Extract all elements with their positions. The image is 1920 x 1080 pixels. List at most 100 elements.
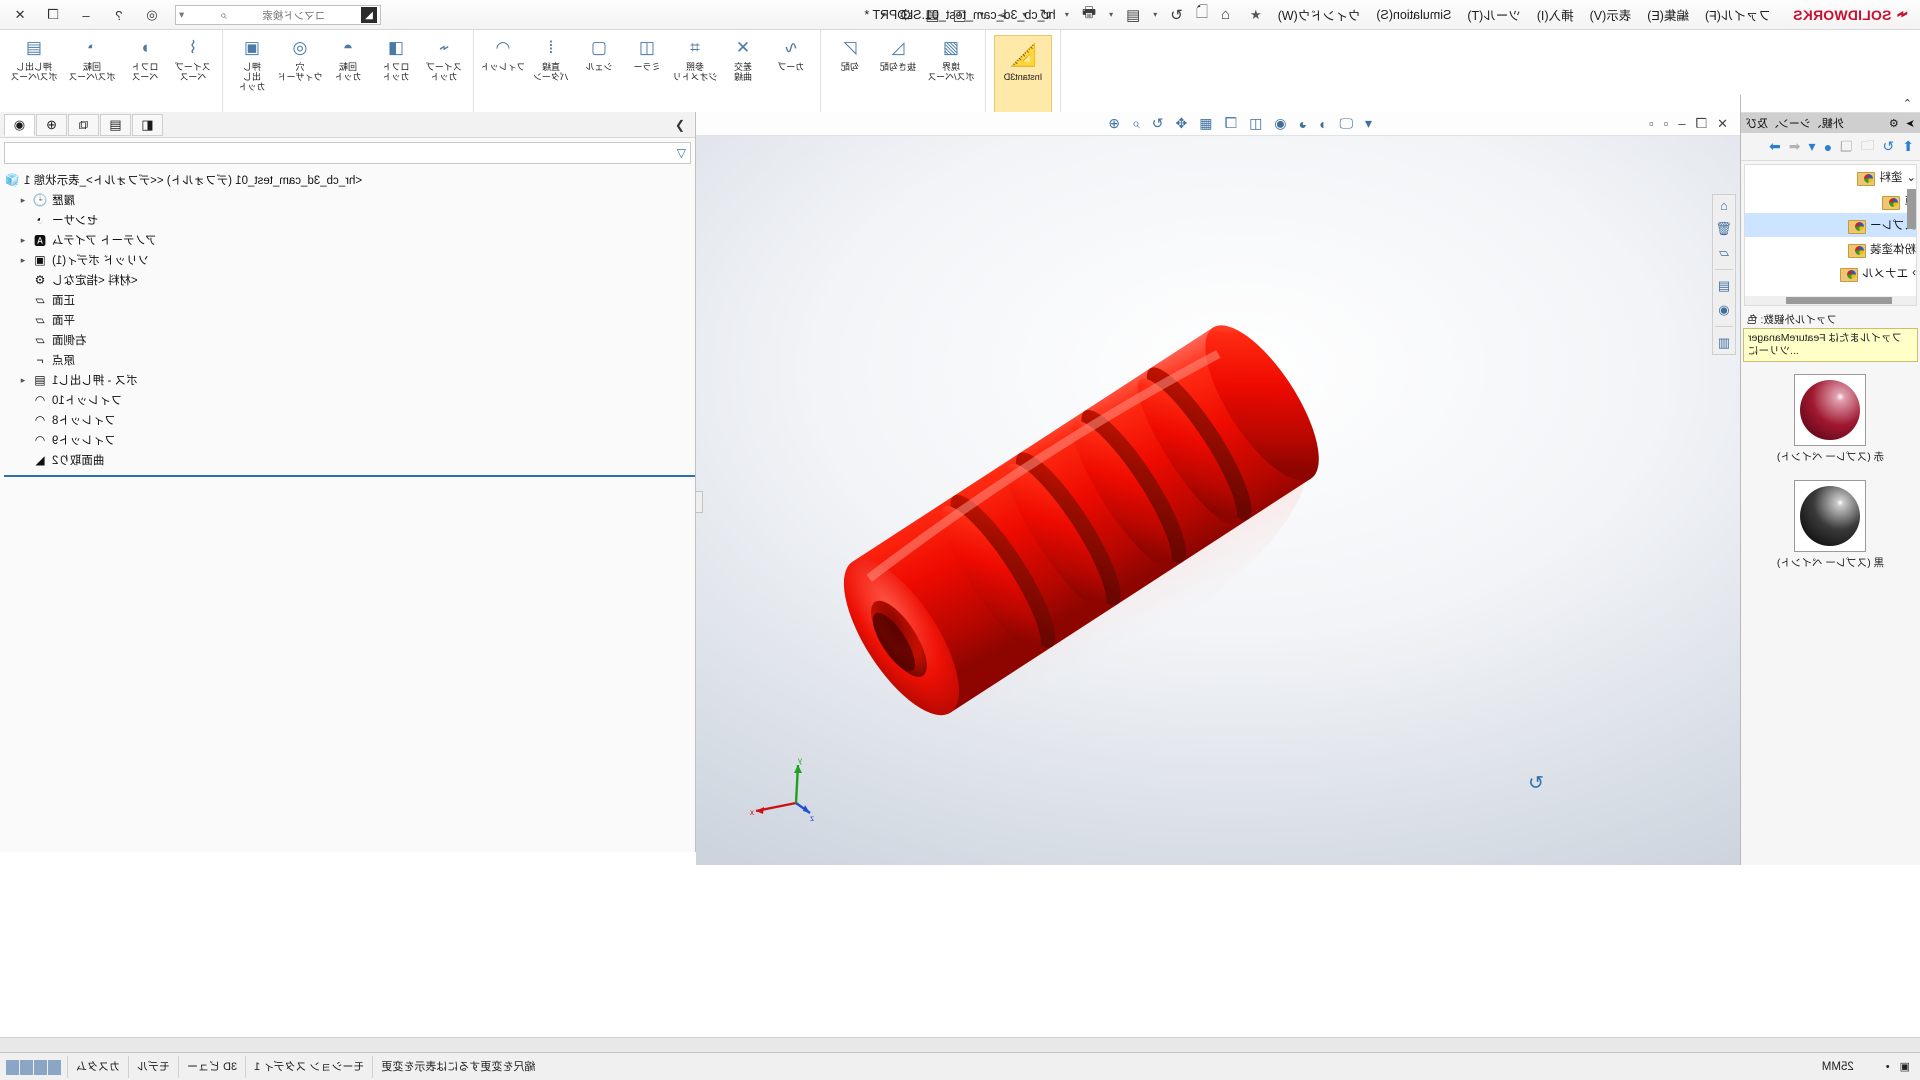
ribbon-button-lofted-cut[interactable]: ◨ ロフト カット xyxy=(373,33,419,95)
restore-button[interactable]: ❐ xyxy=(43,7,63,23)
tile-document-icon[interactable]: ▫ xyxy=(1664,116,1669,131)
caret-icon[interactable]: ▾ xyxy=(1365,115,1372,132)
tree-item-right-plane[interactable]: ▱ 右側面 xyxy=(4,330,695,350)
view-orientation-icon[interactable]: ❒ xyxy=(1225,115,1238,132)
caret-icon-3[interactable]: ▾ xyxy=(1065,10,1069,19)
scene-icon[interactable]: ▥ xyxy=(1718,335,1730,351)
close-button[interactable]: ✕ xyxy=(10,7,30,23)
chevron-left-icon[interactable]: ❮ xyxy=(669,118,691,132)
pan-icon[interactable]: ✥ xyxy=(1176,115,1188,132)
menu-item-file[interactable]: ファイル(F) xyxy=(1705,5,1771,24)
tree-item-history[interactable]: ◂ 🕘 履歴 xyxy=(4,190,695,210)
ribbon-button-revolved-cut[interactable]: ◓ 回転 カット xyxy=(325,33,371,95)
appearance-folder-car[interactable]: 車 xyxy=(1745,189,1917,213)
ribbon-button-boundary-boss[interactable]: ▨ 境界 ボス/ベース xyxy=(923,33,979,95)
expander-icon[interactable]: ◂ xyxy=(18,195,28,206)
appearance-folder-tree[interactable]: 塗料 ⌄ 車 スプレー 粉体塗装 エナメル ‹ xyxy=(1744,164,1917,306)
tree-item-boss-extrude1[interactable]: ◂ ▤ ボス - 押し出し1 xyxy=(4,370,695,390)
save-icon[interactable]: ▤ xyxy=(1126,6,1140,24)
caret-icon-1[interactable]: ▾ xyxy=(1153,10,1157,19)
appearance-folder-powder-coat[interactable]: 粉体塗装 xyxy=(1745,237,1916,261)
menu-item-edit[interactable]: 編集(E) xyxy=(1647,5,1689,24)
appearance-icon[interactable]: ◉ xyxy=(1718,302,1729,318)
ribbon-button-draft[interactable]: ◸ 勾配 xyxy=(827,33,873,95)
ribbon-button-mirror[interactable]: ◫ ミラー xyxy=(624,33,670,95)
tree-item-top-plane[interactable]: ▱ 平面 xyxy=(4,310,695,330)
display-icon[interactable]: ▤ xyxy=(1718,278,1730,294)
help-icon[interactable]: ? xyxy=(109,8,129,23)
appearance-folder-paint[interactable]: 塗料 ⌄ xyxy=(1745,165,1916,189)
tree-vertical-scrollbar[interactable] xyxy=(1907,189,1916,229)
home-icon[interactable]: ⌂ xyxy=(1221,6,1230,23)
tree-item-origin[interactable]: ⌐ 原点 xyxy=(4,350,695,370)
back-icon[interactable]: ⬅ xyxy=(1789,138,1801,155)
feature-tree[interactable]: 🧊 hr_cb_3d_cam_test_01 (デフォルト) <<デフォルト>_… xyxy=(0,164,695,477)
chevron-down-icon[interactable]: ⌄ xyxy=(1906,170,1916,184)
property-manager-tab[interactable]: ⊕ xyxy=(36,113,67,136)
restore-document-icon[interactable]: ❐ xyxy=(1695,116,1707,132)
appearance-sphere-icon[interactable]: ◕ xyxy=(1299,116,1307,132)
expander-icon[interactable]: ◂ xyxy=(18,255,28,266)
red-swatch[interactable]: 赤 (スプレー ペイント) xyxy=(1741,374,1920,464)
tree-item-front-plane[interactable]: ▱ 正面 xyxy=(4,290,695,310)
chevron-up-icon[interactable]: ⌃ xyxy=(1903,97,1912,110)
tree-horizontal-scrollbar[interactable] xyxy=(1745,296,1916,305)
units-label[interactable]: 25MM xyxy=(1822,1061,1876,1073)
menu-item-window[interactable]: ウィンドウ(W) xyxy=(1278,5,1361,24)
appearance-folder-spray[interactable]: スプレー xyxy=(1745,213,1916,237)
menu-item-insert[interactable]: 挿入(I) xyxy=(1537,5,1574,24)
ribbon-button-curves[interactable]: ∿ カーブ xyxy=(768,33,814,95)
ribbon-button-revolved-boss[interactable]: ◔ 回転 ボス/ベース xyxy=(64,33,120,95)
ribbon-button-linear-pattern[interactable]: ⦙ 直線 パターン xyxy=(528,33,574,95)
ribbon-button-fillet[interactable]: ◠ フィレット xyxy=(480,33,526,95)
status-segment-motion-study[interactable]: モーション スタディ 1 xyxy=(245,1056,373,1078)
plane-icon[interactable]: ▱ xyxy=(1719,245,1729,261)
feature-tree-filter-input[interactable]: ▽ xyxy=(4,142,691,164)
ribbon-button-intersection-curve[interactable]: ✕ 差交 曲線 xyxy=(720,33,766,95)
status-segment-model[interactable]: モデル xyxy=(128,1056,178,1078)
copy-icon[interactable]: ❏ xyxy=(1840,138,1853,155)
zoom-to-fit-icon[interactable]: ⊕ xyxy=(1108,115,1120,132)
ribbon-button-reference-geometry[interactable]: ⌗ 参照 ジオメトリ xyxy=(672,33,718,95)
rebuild-icon[interactable]: ↻ xyxy=(1170,6,1183,24)
cad-model-cylinder[interactable] xyxy=(785,296,1345,766)
ribbon-button-extruded-boss[interactable]: ▤ 押し出し ボス/ベース xyxy=(6,33,62,95)
tree-item-solid-bodies[interactable]: ◂ ▣ ソリッド ボディ(1) xyxy=(4,250,695,270)
status-segment-3d-view[interactable]: 3D ビュー xyxy=(178,1056,246,1078)
new-folder-icon[interactable]: 🗀 xyxy=(1861,135,1875,159)
gear-icon[interactable]: ⚙ xyxy=(1889,117,1899,130)
ribbon-button-swept-boss[interactable]: ⌇ スイープ ベース xyxy=(170,33,216,95)
instant3d-button[interactable]: 📐 Instant3D xyxy=(994,35,1052,113)
3d-viewport[interactable]: ⌂ 🗑 ▱ ▤ ◉ ▥ ↻ x y z xyxy=(696,136,1740,865)
search-caret-icon[interactable]: ▾ xyxy=(179,9,184,21)
tree-item-annotations[interactable]: ◂ 🅰 アノテート アイテム xyxy=(4,230,695,250)
hide-show-items-icon[interactable]: ◉ xyxy=(1274,115,1286,132)
appearance-icon[interactable]: ● xyxy=(1824,139,1832,155)
minimize-button[interactable]: – xyxy=(76,8,96,23)
print-icon[interactable]: 🖶 xyxy=(1082,2,1096,27)
favorites-star-icon[interactable]: ★ xyxy=(1250,7,1262,23)
pin-icon[interactable]: ➤ xyxy=(1906,117,1915,130)
scene-icon[interactable]: ◑ xyxy=(1319,116,1327,132)
menu-item-simulation[interactable]: Simulation(S) xyxy=(1376,8,1451,22)
expander-icon[interactable]: ◂ xyxy=(18,375,28,386)
rotate-view-icon[interactable]: ↻ xyxy=(1152,115,1164,132)
new-document-icon[interactable]: 🗋 xyxy=(1196,2,1208,27)
tree-item-part-root[interactable]: 🧊 hr_cb_3d_cam_test_01 (デフォルト) <<デフォルト>_… xyxy=(4,170,695,190)
search-scope-icon[interactable]: ◣ xyxy=(361,7,377,23)
section-view-icon[interactable]: ▦ xyxy=(1199,115,1212,132)
refresh-icon[interactable]: ↻ xyxy=(1883,138,1895,155)
home-view-icon[interactable]: ⌂ xyxy=(1720,198,1728,213)
ribbon-button-extruded-cut[interactable]: ▣ 押し 出し カット xyxy=(229,33,275,95)
configuration-manager-tab[interactable]: ⧉ xyxy=(68,113,99,136)
panel-splitter-handle[interactable] xyxy=(696,491,703,513)
caret-icon-2[interactable]: ▾ xyxy=(1109,10,1113,19)
motion-study-nav-buttons[interactable] xyxy=(0,1059,67,1075)
menu-item-tools[interactable]: ツール(T) xyxy=(1467,5,1520,24)
search-input[interactable]: ◣ コマンド検索 ⌕ ▾ xyxy=(175,5,381,25)
expander-icon[interactable]: ◂ xyxy=(18,235,28,246)
tree-item-fillet9[interactable]: ◠ フィレット9 xyxy=(4,430,695,450)
ribbon-button-swept-cut[interactable]: ⌁ スイープ カット xyxy=(421,33,467,95)
tree-item-fillet8[interactable]: ◠ フィレット8 xyxy=(4,410,695,430)
ribbon-button-lofted-boss[interactable]: ◗ ロフト ベース xyxy=(122,33,168,95)
